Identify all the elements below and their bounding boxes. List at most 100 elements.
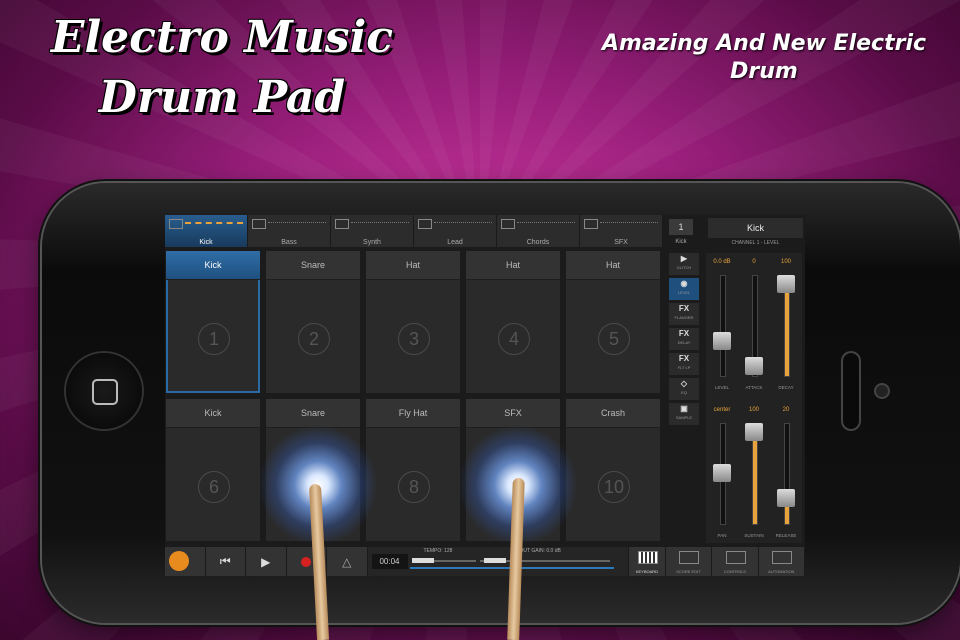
fader-label: RELEASE [775,533,797,538]
glitch-icon: ▶ [680,254,688,263]
pad-number: 1 [198,323,230,355]
fader-sustain[interactable]: 100 SUSTAIN [740,407,768,541]
keyboard-icon [501,219,515,229]
drum-pad-8[interactable]: Fly Hat 8 [366,399,460,541]
metronome-button[interactable]: △ [327,547,368,576]
camera-icon [876,385,888,397]
phone-speaker [843,353,859,429]
fader-label: ATTACK [745,385,763,390]
tab-bass[interactable]: Bass [248,215,331,247]
fader-knob[interactable] [713,464,731,482]
pad-number: 4 [498,323,530,355]
channel-label: Kick [675,239,687,245]
rewind-button[interactable]: ⏮ [205,547,246,576]
app-title-line2: Drum Pad [98,72,346,123]
time-display: 00:04 [371,554,408,569]
fader-knob[interactable] [745,357,763,375]
bottom-tab-label: KEYBOARD [635,569,659,574]
drum-pad-10[interactable]: Crash 10 [566,399,660,541]
tab-kick[interactable]: Kick [165,215,248,247]
app-title-line1: Electro Music [50,12,394,63]
pad-number: 2 [298,323,330,355]
fx-label: FLANGER [674,315,694,320]
fader-knob[interactable] [777,488,795,507]
pad-label: Snare [266,251,360,280]
fader-label: SUSTAIN [744,533,764,538]
keyboard-icon [637,551,658,564]
automation-tab[interactable]: AUTOMATION [758,547,805,576]
metronome-icon: △ [342,554,352,569]
tab-synth[interactable]: Synth [331,215,414,247]
sample-icon: ▣ [680,404,688,413]
drum-pad-6[interactable]: Kick 6 [166,399,260,541]
fx-level-button[interactable]: ◉ LEVEL [669,278,699,300]
fx-selector: ▶ GLITCH ◉ LEVEL FX FLANGER FX DELAY FX FLT L… [669,253,699,425]
tempo-slider[interactable] [411,558,476,563]
pad-number: 8 [398,471,430,503]
fader-label: PAN [717,533,727,538]
pad-label: Snare [266,399,360,428]
play-button[interactable]: ▶ [246,547,287,576]
fader-fill [785,504,789,524]
fader-knob[interactable] [777,275,795,293]
pattern-preview [185,222,243,227]
fx-filter-button[interactable]: FX FLT LP [669,353,699,375]
fader-decay[interactable]: 100 DECAY [772,259,800,393]
fader-value: 0.0 dB [713,259,731,265]
fx-icon: FX [678,329,690,338]
gain-slider-knob[interactable] [483,558,506,563]
tab-label: Synth [363,239,381,246]
play-icon: ▶ [261,554,271,569]
fx-glitch-button[interactable]: ▶ GLITCH [669,253,699,275]
transport-display: 00:04 TEMPO: 128 OUT GAIN: 0.0 dB [367,547,630,576]
drum-pad-2[interactable]: Snare 2 [266,251,360,393]
fx-eq-button[interactable]: ◇ EQ [669,378,699,400]
record-icon [301,556,312,567]
fx-label: EQ [681,390,687,395]
fader-value: center [713,407,731,413]
pattern-preview [351,222,409,226]
fx-label: GLITCH [676,265,692,270]
fx-label: LEVEL [677,290,691,295]
fader-knob[interactable] [745,423,763,441]
instrument-sub: CHANNEL 1 - LEVEL [731,240,780,246]
fader-pan[interactable]: center PAN [708,407,736,541]
fader-knob[interactable] [713,332,731,351]
fader-level[interactable]: 0.0 dB LEVEL [708,259,736,393]
pad-label: Kick [166,399,260,428]
drum-pad-5[interactable]: Hat 5 [566,251,660,393]
pad-number: 10 [598,471,630,503]
fx-flanger-button[interactable]: FX FLANGER [669,303,699,325]
tempo-slider-knob[interactable] [411,558,434,563]
fx-label: FLT LP [677,365,691,370]
tab-label: SFX [614,239,628,246]
menu-button[interactable] [165,547,206,576]
drum-pad-4[interactable]: Hat 4 [466,251,560,393]
tab-chords[interactable]: Chords [497,215,580,247]
eq-icon: ◇ [680,379,688,388]
channel-number[interactable]: 1 [669,219,693,235]
home-button[interactable] [66,353,142,429]
keyboard-tab[interactable]: KEYBOARD [629,547,666,576]
fx-delay-button[interactable]: FX DELAY [669,328,699,350]
fader-attack[interactable]: 0 ATTACK [740,259,768,393]
controls-tab[interactable]: CONTROLS [712,547,759,576]
fader-label: DECAY [778,385,794,390]
score-edit-icon [679,551,700,564]
fx-sample-button[interactable]: ▣ SAMPLE [669,403,699,425]
bottom-tab-label: AUTOMATION [768,569,795,574]
score-edit-tab[interactable]: SCORE EDIT [665,547,713,576]
tab-label: Chords [526,239,550,246]
fader-value: 20 [782,407,790,413]
tab-sfx[interactable]: SFX [580,215,663,247]
bottom-tab-label: SCORE EDIT [676,569,701,574]
drum-pad-1[interactable]: Kick 1 [166,251,260,393]
tab-lead[interactable]: Lead [414,215,497,247]
gain-slider[interactable] [479,558,610,563]
level-icon: ◉ [680,279,688,288]
home-square-icon [92,379,118,405]
fader-release[interactable]: 20 RELEASE [772,407,800,541]
pad-label: Kick [166,251,260,280]
fader-track [720,275,726,377]
drum-pad-3[interactable]: Hat 3 [366,251,460,393]
